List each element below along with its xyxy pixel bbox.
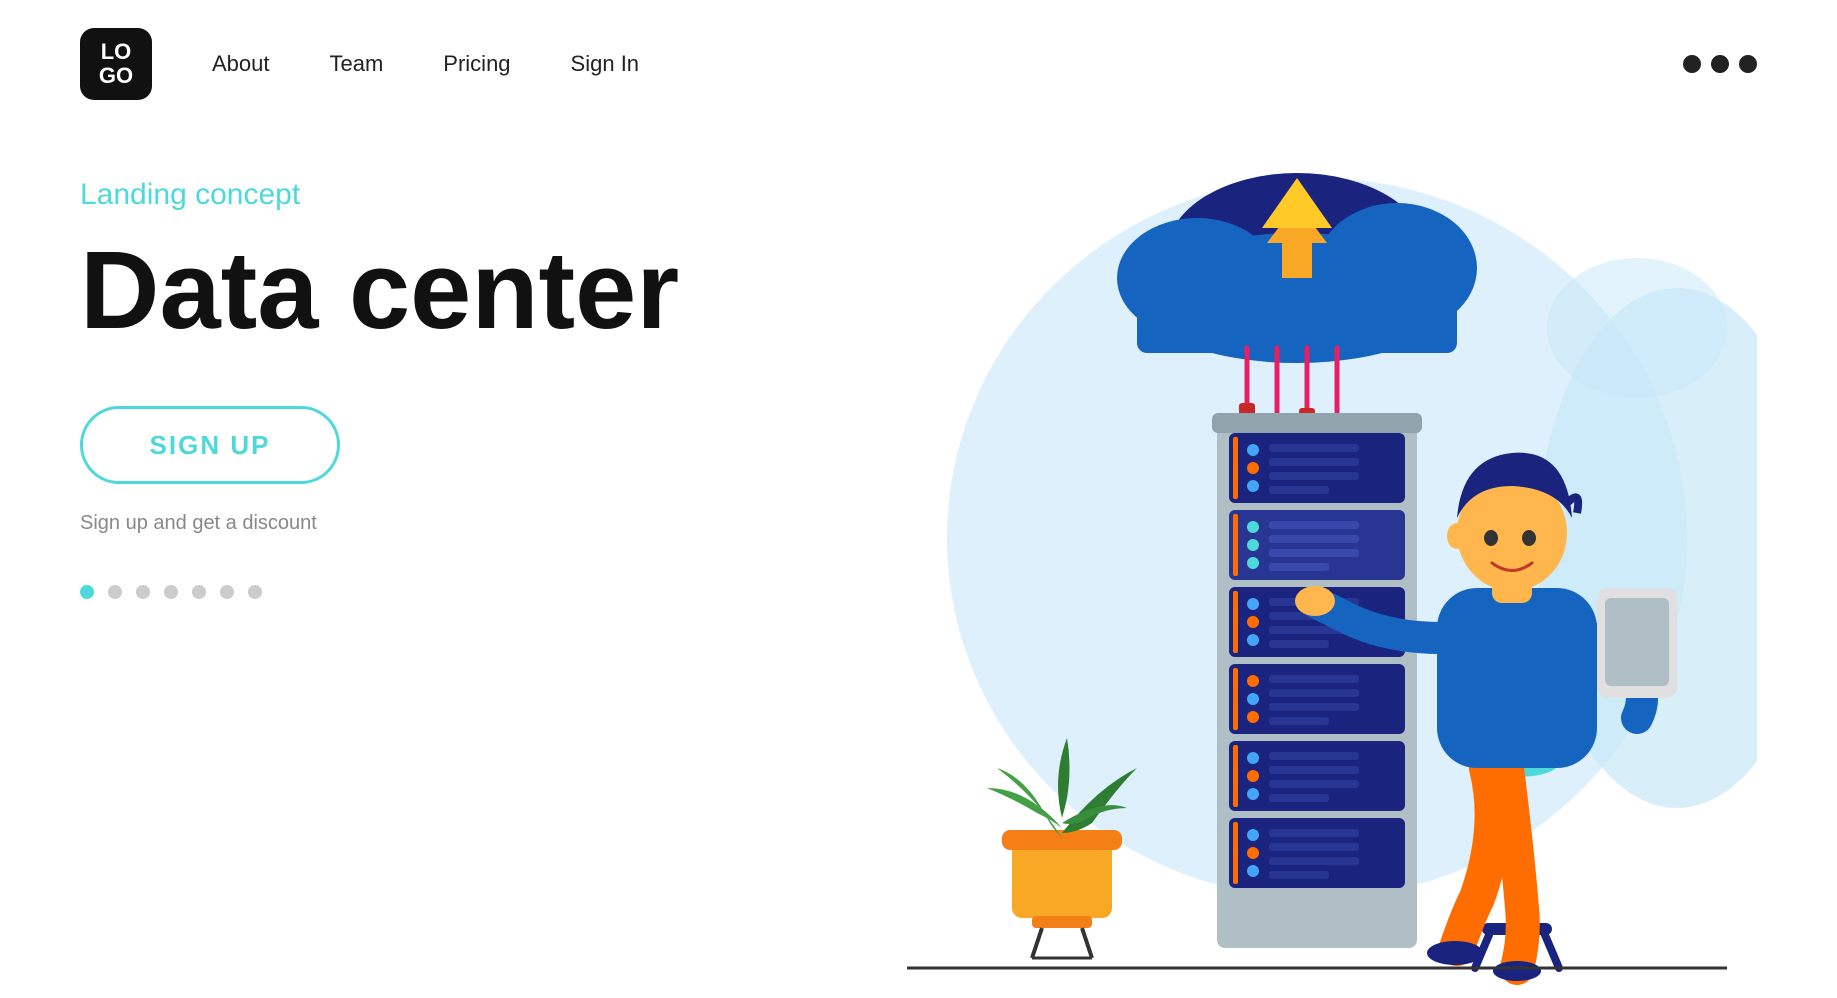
page-dot-4[interactable] — [164, 585, 178, 599]
page-dot-2[interactable] — [108, 585, 122, 599]
logo-text: LOGO — [99, 40, 133, 88]
more-options[interactable] — [1683, 55, 1757, 73]
nav-team[interactable]: Team — [330, 51, 384, 76]
pagination-dots — [80, 585, 857, 599]
signup-button[interactable]: SIGN UP — [80, 406, 340, 484]
page-dot-7[interactable] — [248, 585, 262, 599]
discount-note: Sign up and get a discount — [80, 512, 857, 535]
dot-1 — [1683, 55, 1701, 73]
nav-signin[interactable]: Sign In — [571, 51, 640, 76]
nav-about[interactable]: About — [212, 51, 270, 76]
illustration-svg — [857, 148, 1757, 998]
hero-left: Landing concept Data center SIGN UP Sign… — [80, 148, 857, 998]
page-dot-5[interactable] — [192, 585, 206, 599]
page-dot-6[interactable] — [220, 585, 234, 599]
dot-3 — [1739, 55, 1757, 73]
hero-title: Data center — [80, 236, 857, 346]
page-dot-1[interactable] — [80, 585, 94, 599]
logo[interactable]: LOGO — [80, 28, 152, 100]
page-dot-3[interactable] — [136, 585, 150, 599]
hero-illustration — [857, 148, 1757, 998]
hero-subtitle: Landing concept — [80, 178, 857, 212]
navbar: LOGO About Team Pricing Sign In — [0, 0, 1837, 128]
nav-pricing[interactable]: Pricing — [443, 51, 510, 76]
hero-section: Landing concept Data center SIGN UP Sign… — [0, 128, 1837, 998]
nav-links: About Team Pricing Sign In — [212, 51, 639, 77]
dot-2 — [1711, 55, 1729, 73]
